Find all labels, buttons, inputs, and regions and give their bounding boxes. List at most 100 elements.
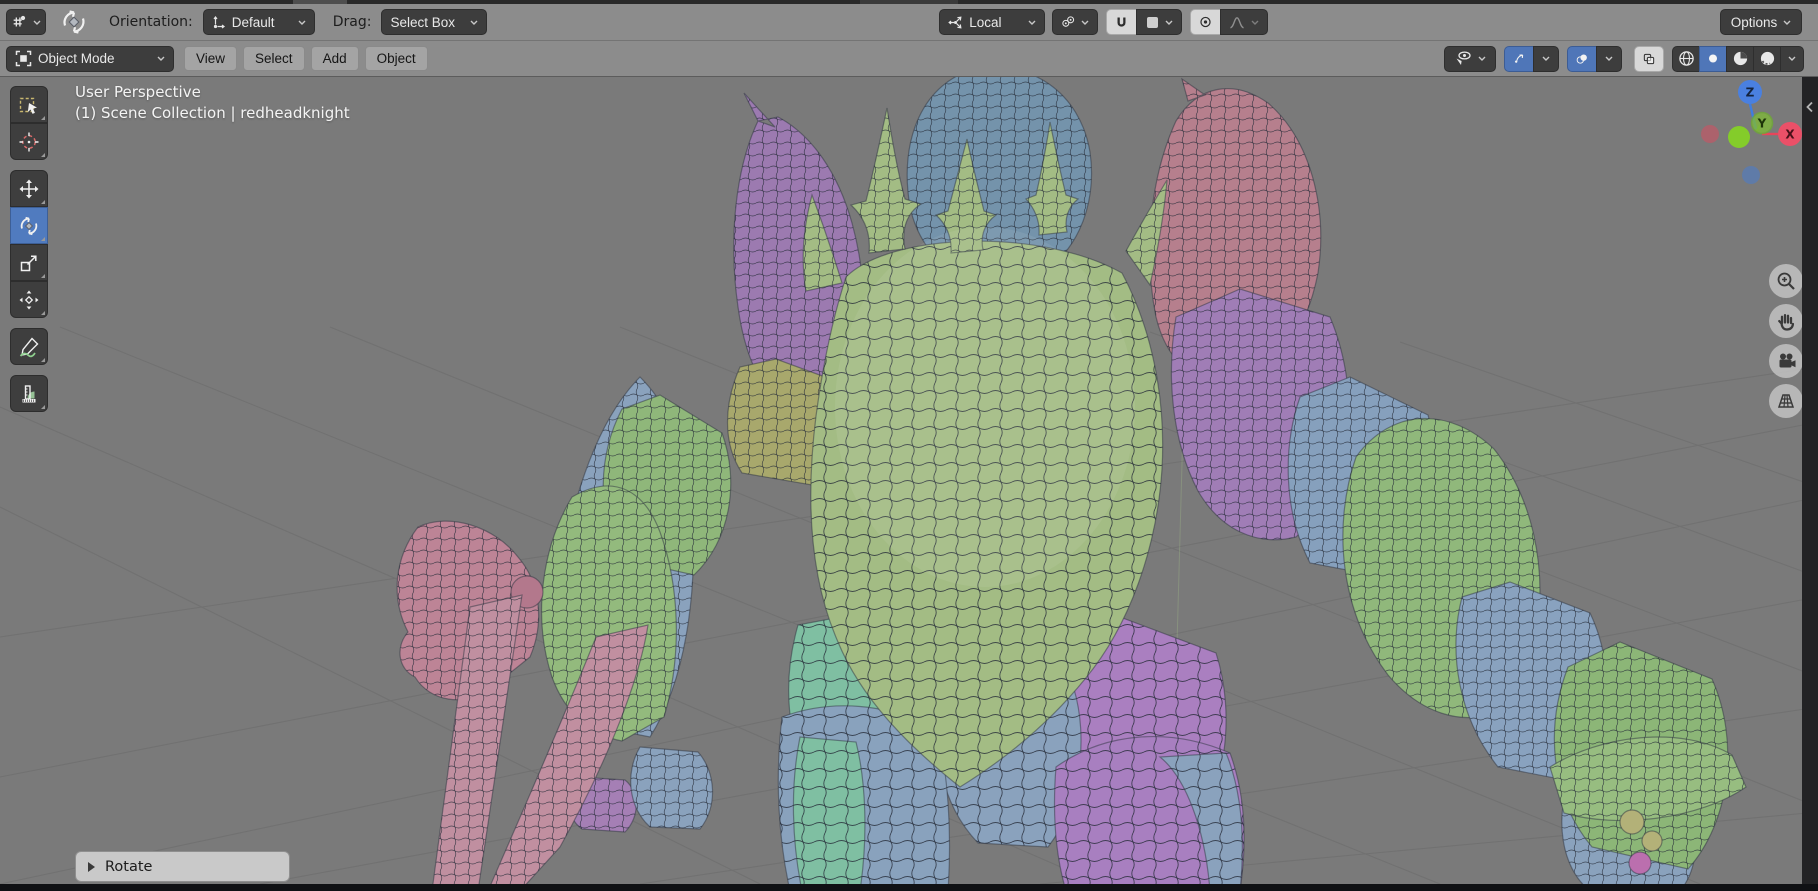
object-mode-icon: [15, 50, 32, 67]
transform-tool-icon: [19, 290, 39, 309]
camera-view-button[interactable]: [1769, 344, 1803, 378]
gizmo-axis-z-negative[interactable]: [1742, 166, 1760, 184]
scale-tool-icon: [20, 254, 37, 271]
object-visibility-dropdown[interactable]: [1444, 45, 1496, 72]
tool-scale[interactable]: [10, 244, 48, 281]
visibility-filter-icon: [1456, 51, 1471, 65]
mode-dropdown[interactable]: Object Mode: [6, 45, 174, 72]
sidebar-collapsed-strip[interactable]: [1802, 77, 1818, 884]
3d-viewport[interactable]: User Perspective (1) Scene Collection | …: [0, 77, 1818, 884]
menu-add[interactable]: Add: [310, 46, 359, 71]
editor-type-icon: [13, 15, 26, 27]
snap-target-icon: [1146, 16, 1158, 28]
chevron-down-icon: [1081, 20, 1089, 25]
camera-view-icon: [1779, 353, 1796, 368]
snap-target-dropdown[interactable]: [1136, 9, 1183, 35]
menu-view[interactable]: View: [184, 46, 238, 71]
rotate-tool-icon: [20, 216, 38, 235]
drag-label: Drag:: [332, 14, 372, 30]
tool-settings-bar: Orientation: Default Drag: Select Box Lo…: [0, 4, 1818, 41]
transform-orientation-value: Local: [969, 14, 1002, 30]
wireframe-shading-icon: [1678, 51, 1694, 66]
gizmo-axis-z[interactable]: Z: [1738, 80, 1762, 104]
mode-label: Object Mode: [38, 51, 115, 66]
tool-annotate[interactable]: [10, 328, 48, 365]
expand-arrow-icon: [88, 861, 95, 872]
overlays-dropdown[interactable]: [1596, 45, 1622, 72]
ortho-grid-icon: [1775, 394, 1795, 408]
falloff-dropdown[interactable]: [1220, 9, 1269, 35]
operator-panel-label: Rotate: [105, 858, 153, 875]
viewport-overlay-text: User Perspective (1) Scene Collection | …: [75, 82, 350, 124]
orientation-dropdown[interactable]: Default: [202, 9, 315, 35]
window-bottom-edge: [0, 884, 1818, 891]
shading-material-button[interactable]: [1726, 45, 1753, 72]
navigation-gizmo[interactable]: Z Y X: [1700, 79, 1815, 194]
options-label: Options: [1730, 14, 1778, 30]
menu-select[interactable]: Select: [243, 46, 305, 71]
collapse-arrow-icon: [1806, 101, 1813, 113]
shading-dropdown[interactable]: [1780, 45, 1804, 72]
gizmo-axis-y-negative[interactable]: [1728, 126, 1750, 148]
blender-window: Orientation: Default Drag: Select Box Lo…: [0, 0, 1818, 891]
annotate-tool-icon: [19, 336, 39, 357]
toolbar: [10, 86, 48, 412]
chevron-down-icon: [1028, 20, 1036, 25]
tool-measure[interactable]: [10, 375, 48, 412]
pivot-point-icon: [1062, 16, 1075, 27]
pan-button[interactable]: [1769, 304, 1803, 338]
svg-text:Z: Z: [1746, 86, 1755, 100]
ortho-toggle-button[interactable]: [1769, 384, 1803, 418]
transform-orientation-dropdown[interactable]: Local: [939, 9, 1046, 35]
show-gizmo-toggle[interactable]: [1504, 45, 1533, 72]
snap-toggle-button[interactable]: [1106, 9, 1137, 35]
menu-object[interactable]: Object: [364, 46, 428, 71]
svg-text:Y: Y: [1757, 117, 1767, 131]
measure-tool-icon: [22, 384, 36, 402]
select-box-tool-icon: [19, 97, 37, 114]
tool-move[interactable]: [10, 170, 48, 207]
cursor-tool-icon: [19, 132, 39, 151]
zoom-button[interactable]: [1769, 264, 1803, 298]
gizmo-axis-x[interactable]: X: [1778, 122, 1802, 146]
drag-dropdown[interactable]: Select Box: [381, 9, 488, 35]
chevron-down-icon: [157, 56, 165, 61]
material-shading-icon: [1733, 51, 1747, 66]
shading-wireframe-button[interactable]: [1672, 45, 1699, 72]
zoom-icon: [1777, 272, 1795, 290]
model-redheadknight[interactable]: [396, 77, 1747, 884]
gizmo-axis-y[interactable]: Y: [1750, 111, 1774, 135]
rendered-shading-icon: [1760, 51, 1774, 66]
xray-toggle[interactable]: [1634, 45, 1664, 72]
xray-toggle-icon: [1643, 53, 1655, 64]
show-overlays-toggle[interactable]: [1567, 45, 1596, 72]
falloff-curve-icon: [1230, 16, 1245, 28]
chevron-down-icon: [33, 20, 41, 25]
shading-rendered-button[interactable]: [1753, 45, 1780, 72]
proportional-editing-toggle[interactable]: [1190, 9, 1221, 35]
solid-shading-icon: [1709, 54, 1717, 63]
chevron-down-icon: [1251, 20, 1259, 25]
tool-transform[interactable]: [10, 281, 48, 318]
orientation-value: Default: [231, 14, 275, 30]
gizmo-axis-x-negative[interactable]: [1701, 125, 1719, 143]
svg-text:X: X: [1785, 128, 1795, 142]
move-tool-icon: [19, 179, 39, 198]
chevron-down-icon: [1783, 20, 1791, 25]
operator-panel-rotate[interactable]: Rotate: [75, 851, 290, 882]
pivot-point-dropdown[interactable]: [1052, 9, 1099, 35]
view-perspective-label: User Perspective: [75, 83, 201, 101]
tool-rotate[interactable]: [10, 207, 48, 244]
options-dropdown[interactable]: Options: [1720, 9, 1803, 35]
chevron-down-icon: [470, 20, 478, 25]
tool-select-box[interactable]: [10, 86, 48, 123]
pan-hand-icon: [1778, 314, 1795, 331]
editor-type-button[interactable]: [6, 9, 46, 35]
drag-value: Select Box: [390, 14, 456, 30]
transform-orientation-icon: [948, 15, 962, 29]
gizmo-dropdown[interactable]: [1533, 45, 1559, 72]
proportional-editing-icon: [1200, 16, 1211, 28]
gizmo-toggle-icon: [1514, 54, 1524, 63]
tool-cursor[interactable]: [10, 123, 48, 160]
shading-solid-button[interactable]: [1699, 45, 1726, 72]
